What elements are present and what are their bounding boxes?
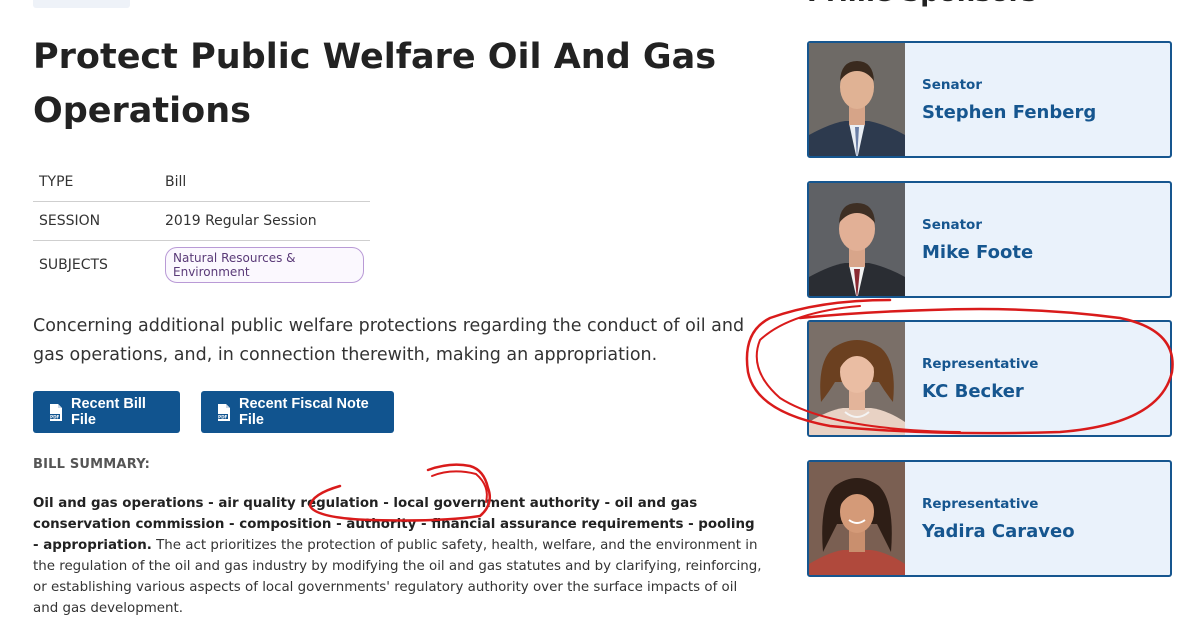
sponsor-role: Senator (922, 217, 982, 233)
sponsor-name[interactable]: Stephen Fenberg (922, 102, 1096, 123)
subject-tag[interactable]: Natural Resources & Environment (165, 247, 364, 283)
sponsor-photo (809, 43, 905, 156)
svg-text:PDF: PDF (218, 414, 228, 419)
pdf-file-icon: PDF (49, 403, 63, 421)
sponsor-role: Representative (922, 496, 1039, 512)
recent-fiscal-note-button[interactable]: PDF Recent Fiscal Note File (201, 391, 394, 433)
meta-label: TYPE (33, 162, 159, 202)
sponsor-role: Representative (922, 356, 1039, 372)
top-tab[interactable] (33, 0, 130, 8)
meta-row-session: SESSION 2019 Regular Session (33, 201, 370, 241)
meta-label: SUBJECTS (39, 257, 108, 273)
sponsors-heading: Prime Sponsors (807, 0, 1037, 8)
sponsor-name[interactable]: Yadira Caraveo (922, 521, 1075, 542)
sponsor-card[interactable]: Representative Yadira Caraveo (807, 460, 1172, 577)
sponsor-card[interactable]: Representative KC Becker (807, 320, 1172, 437)
meta-value: 2019 Regular Session (159, 201, 370, 241)
bill-summary-text: Oil and gas operations - air quality reg… (33, 493, 763, 619)
sponsor-name[interactable]: Mike Foote (922, 242, 1033, 263)
meta-row-subjects: SUBJECTS Natural Resources & Environment (33, 241, 370, 290)
svg-text:PDF: PDF (50, 414, 60, 419)
sponsor-photo (809, 462, 905, 575)
recent-bill-file-button[interactable]: PDF Recent Bill File (33, 391, 180, 433)
pdf-file-icon: PDF (217, 403, 231, 421)
sponsor-name[interactable]: KC Becker (922, 381, 1024, 402)
button-label: Recent Bill File (71, 396, 146, 428)
meta-value: Bill (159, 162, 370, 202)
sponsor-card[interactable]: Senator Stephen Fenberg (807, 41, 1172, 158)
sponsor-card[interactable]: Senator Mike Foote (807, 181, 1172, 298)
bill-concerning-text: Concerning additional public welfare pro… (33, 316, 745, 365)
meta-label: SESSION (33, 201, 159, 241)
bill-meta-table: TYPE Bill SESSION 2019 Regular Session S… (33, 162, 370, 289)
sponsor-photo (809, 183, 905, 296)
bill-summary-label: BILL SUMMARY: (33, 457, 151, 472)
button-label: Recent Fiscal Note File (239, 396, 369, 428)
sponsor-photo (809, 322, 905, 435)
meta-row-type: TYPE Bill (33, 162, 370, 202)
sponsor-role: Senator (922, 77, 982, 93)
page-title: Protect Public Welfare Oil And Gas Opera… (33, 37, 717, 131)
